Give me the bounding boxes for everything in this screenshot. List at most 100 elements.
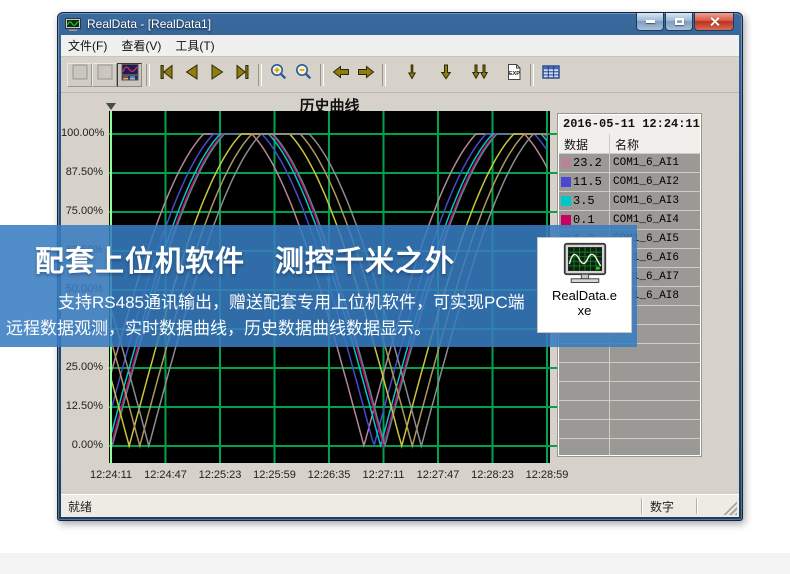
page-section-divider: [0, 553, 790, 574]
app-icon: [65, 18, 81, 31]
placeholder-button-1[interactable]: [67, 63, 92, 87]
menu-bar: 文件(F)查看(V)工具(T): [61, 35, 739, 57]
menu-view[interactable]: 查看(V): [114, 35, 168, 56]
table-row[interactable]: 23.2 COM1_6_AI1: [559, 154, 700, 173]
cell-value: 23.2: [573, 156, 602, 170]
table-icon: [541, 62, 561, 87]
table-row[interactable]: 3.5 COM1_6_AI3: [559, 192, 700, 211]
table-row[interactable]: [559, 382, 700, 401]
y-axis-label: 87.50%: [61, 166, 103, 178]
zoom-in-button[interactable]: [266, 63, 291, 87]
column-header-data: 数据: [559, 134, 609, 153]
y-axis-label: 100.00%: [61, 127, 103, 139]
close-button[interactable]: [694, 13, 734, 31]
series-color-swatch: [561, 215, 571, 225]
arrow-right-icon: [356, 62, 376, 87]
cell-name: COM1_6_AI2: [613, 176, 679, 188]
toolbar-separator: [258, 64, 262, 86]
status-text: 就绪: [61, 498, 641, 515]
statusbar-divider: [696, 498, 697, 514]
toolbar-separator: [320, 64, 324, 86]
toolbar: EXP: [61, 57, 739, 93]
export-button[interactable]: EXP: [501, 63, 526, 87]
go-next-button[interactable]: [204, 63, 229, 87]
cell-name: COM1_6_AI3: [613, 195, 679, 207]
x-axis-label: 12:25:23: [190, 469, 250, 481]
svg-text:EXP: EXP: [509, 71, 520, 77]
down-thin-button[interactable]: [399, 63, 424, 87]
go-last-button[interactable]: [229, 63, 254, 87]
x-axis-label: 12:24:47: [136, 469, 196, 481]
data-table-button[interactable]: [538, 63, 563, 87]
cursor-timestamp: 2016-05-11 12:24:11: [559, 115, 700, 134]
toolbar-separator: [382, 64, 386, 86]
export-icon: EXP: [504, 62, 524, 87]
first-icon: [157, 62, 177, 87]
y-axis-label: 0.00%: [61, 439, 103, 451]
minimize-button[interactable]: [636, 13, 664, 31]
y-axis-label: 25.00%: [61, 361, 103, 373]
toolbar-separator: [530, 64, 534, 86]
pan-left-button[interactable]: [328, 63, 353, 87]
arrow-down-thin-icon: [402, 62, 422, 87]
cell-name: COM1_6_AI1: [613, 157, 679, 169]
arrow-down-icon: [436, 62, 456, 87]
status-mode: 数字: [642, 498, 696, 515]
y-axis-label: 12.50%: [61, 400, 103, 412]
zoom-out-icon: [294, 62, 314, 87]
column-header-name: 名称: [609, 134, 700, 153]
exe-label-line2: xe: [578, 303, 592, 318]
placeholder-button-2[interactable]: [92, 63, 117, 87]
maximize-button[interactable]: [665, 13, 693, 31]
series-color-swatch: [561, 196, 571, 206]
x-axis-label: 12:25:59: [245, 469, 305, 481]
go-previous-button[interactable]: [179, 63, 204, 87]
window-titlebar[interactable]: RealData - [RealData1]: [58, 13, 742, 35]
y-axis-label: 75.00%: [61, 205, 103, 217]
table-row[interactable]: [559, 439, 700, 456]
toolbar-separator: [146, 64, 150, 86]
table-row[interactable]: 11.5 COM1_6_AI2: [559, 173, 700, 192]
x-axis-label: 12:28:23: [463, 469, 523, 481]
arrow-left-icon: [331, 62, 351, 87]
x-axis-label: 12:24:11: [81, 469, 141, 481]
resize-grip[interactable]: [723, 501, 737, 515]
cell-value: 11.5: [573, 175, 602, 189]
x-axis-label: 12:27:11: [354, 469, 414, 481]
close-icon: [709, 16, 720, 27]
go-first-button[interactable]: [154, 63, 179, 87]
zoom-in-icon: [269, 62, 289, 87]
minimize-icon: [646, 20, 655, 23]
exe-shortcut: RealData.e xe: [537, 237, 632, 333]
realdata-monitor-icon: [559, 242, 611, 288]
series-color-swatch: [561, 158, 571, 168]
pan-right-button[interactable]: [353, 63, 378, 87]
last-icon: [232, 62, 252, 87]
maximize-icon: [675, 18, 684, 25]
table-row[interactable]: [559, 401, 700, 420]
next-icon: [207, 62, 227, 87]
blank-icon: [95, 62, 115, 87]
menu-file[interactable]: 文件(F): [61, 35, 114, 56]
status-bar: 就绪 数字: [61, 494, 739, 517]
x-axis-label: 12:27:47: [408, 469, 468, 481]
table-row[interactable]: [559, 363, 700, 382]
down-double-button[interactable]: [467, 63, 492, 87]
cursor-marker-icon[interactable]: [106, 103, 116, 110]
blank-icon: [70, 62, 90, 87]
zoom-out-button[interactable]: [291, 63, 316, 87]
x-axis-label: 12:26:35: [299, 469, 359, 481]
exe-label-line1: RealData.e: [552, 288, 617, 303]
x-axis-label: 12:28:59: [517, 469, 577, 481]
series-color-swatch: [561, 177, 571, 187]
curve-view-button[interactable]: [117, 63, 142, 87]
window-title: RealData - [RealData1]: [87, 17, 211, 31]
cell-value: 3.5: [573, 194, 595, 208]
table-header: 数据 名称: [559, 134, 700, 154]
down-button[interactable]: [433, 63, 458, 87]
arrow-down-double-icon: [470, 62, 490, 87]
chart-display-icon: [120, 62, 140, 87]
prev-icon: [182, 62, 202, 87]
table-row[interactable]: [559, 420, 700, 439]
menu-tools[interactable]: 工具(T): [168, 35, 221, 56]
